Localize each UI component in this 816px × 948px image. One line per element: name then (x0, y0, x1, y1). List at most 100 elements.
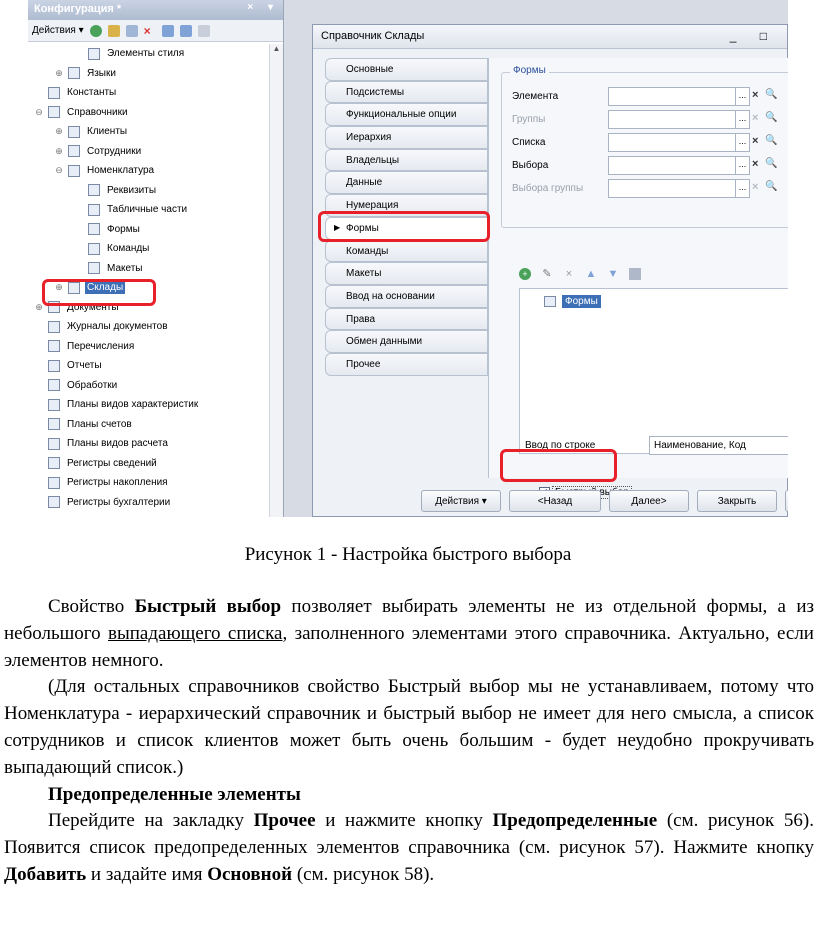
configuration-window-controls[interactable]: × ▾ (247, 2, 279, 13)
tree-expander-icon[interactable]: ⊖ (34, 107, 44, 118)
edit-icon[interactable] (107, 24, 120, 37)
tab-label: Прочее (346, 358, 381, 370)
p3-text-a: Перейдите на закладку (48, 810, 254, 832)
tab-item[interactable]: Права (325, 307, 488, 331)
tab-item[interactable]: Макеты (325, 262, 488, 285)
tab-item[interactable]: Ввод на основании (325, 284, 488, 308)
edit-form-icon[interactable]: ✎ (541, 268, 553, 280)
clear-icon[interactable]: × (752, 135, 758, 147)
move-down-form-icon[interactable]: ▼ (607, 268, 619, 280)
tree-item[interactable]: Отчеты (28, 356, 269, 376)
tab-label: Права (346, 313, 376, 325)
tree-item[interactable]: Макеты (28, 259, 269, 279)
search-icon[interactable]: 🔍 (765, 89, 777, 100)
tree-expander-icon[interactable]: ⊕ (54, 146, 64, 157)
clear-icon[interactable]: × (752, 158, 758, 170)
actions-menu-button[interactable]: Действия ▾ (32, 25, 84, 36)
tree-item[interactable]: ⊖ Справочники (28, 103, 269, 123)
search-icon[interactable]: 🔍 (765, 135, 777, 146)
tree-item[interactable]: Планы видов расчета (28, 434, 269, 454)
search-icon[interactable]: 🔍 (765, 158, 777, 169)
tree-item[interactable]: ⊕ Клиенты (28, 122, 269, 142)
tree-item[interactable]: Регистры сведений (28, 454, 269, 474)
highlight-quick-choice (500, 449, 617, 482)
input-by-string-field[interactable]: Наименование, Код (649, 436, 788, 455)
clear-icon: × (752, 112, 759, 124)
delete-icon[interactable]: × (144, 25, 156, 37)
tab-item[interactable]: Владельцы (325, 148, 488, 172)
search-icon: 🔍 (765, 112, 778, 123)
tree-expander-icon[interactable]: ⊖ (54, 165, 64, 176)
scroll-up-icon[interactable]: ▲ (270, 44, 283, 58)
form-field-row: Группы... × 🔍 (512, 110, 788, 130)
dialog-button[interactable]: Действия ▾ (421, 490, 501, 512)
tree-item[interactable]: ⊕ Сотрудники (28, 142, 269, 162)
tree-item[interactable]: Регистры бухгалтерии (28, 493, 269, 513)
form-field-label: Группы (512, 114, 546, 125)
move-down-icon[interactable] (179, 24, 192, 37)
paragraph-quick-choice: Свойство Быстрый выбор позволяет выбират… (4, 594, 814, 674)
sort-form-icon[interactable] (629, 268, 641, 280)
tree-item-icon (48, 359, 60, 372)
tree-item[interactable]: Журналы документов (28, 317, 269, 337)
forms-list-item[interactable]: Формы (544, 295, 601, 308)
tree-item[interactable]: Перечисления (28, 337, 269, 357)
tree-item[interactable]: Регистры накопления (28, 473, 269, 493)
tree-item[interactable]: Планы видов характеристик (28, 395, 269, 415)
dialog-button[interactable]: <Назад (509, 490, 601, 512)
p1-bold-quick-choice: Быстрый выбор (134, 596, 282, 617)
properties-icon[interactable] (197, 24, 210, 37)
tree-expander-icon[interactable]: ⊕ (54, 126, 64, 137)
tree-item-icon (68, 145, 80, 158)
tab-item[interactable]: Иерархия (325, 126, 488, 149)
form-field-select-button[interactable]: ... (736, 87, 750, 106)
tab-item[interactable]: Функциональные опции (325, 103, 488, 127)
form-field-select-button[interactable]: ... (736, 156, 750, 175)
tab-item[interactable]: Подсистемы (325, 80, 488, 104)
configuration-toolbar: Действия ▾ × (28, 20, 283, 42)
copy-icon[interactable] (125, 24, 138, 37)
tree-item[interactable]: Табличные части (28, 200, 269, 220)
dialog-button[interactable]: Далее> (609, 490, 689, 512)
clear-icon[interactable]: × (752, 89, 758, 101)
form-field-input[interactable] (608, 87, 736, 106)
tree-item[interactable]: ⊖ Номенклатура (28, 161, 269, 181)
tab-item[interactable]: Команды (325, 239, 488, 263)
tree-item[interactable]: Команды (28, 239, 269, 259)
tree-item[interactable]: Реквизиты (28, 181, 269, 201)
tree-item[interactable]: Константы (28, 83, 269, 103)
move-up-form-icon[interactable]: ▲ (585, 268, 597, 280)
tab-item[interactable]: Данные (325, 171, 488, 195)
move-up-icon[interactable] (161, 24, 174, 37)
tab-item[interactable]: Основные (325, 58, 488, 81)
dialog-window-controls[interactable]: _ □ (730, 29, 777, 43)
dialog-button-row: Действия ▾ <Назад Далее> Закрыть Справк (421, 490, 788, 512)
tree-scrollbar[interactable]: ▲ (269, 44, 283, 517)
forms-group: Формы Элемента... × 🔍 Группы... × 🔍 Списка... ×… (501, 65, 788, 228)
tree-item-label: Планы счетов (67, 418, 132, 430)
tree-item[interactable]: Планы счетов (28, 415, 269, 435)
tab-item[interactable]: Прочее (325, 352, 488, 376)
tree-item[interactable]: Элементы стиля (28, 44, 269, 64)
form-field-input (608, 179, 736, 198)
form-field-select-button[interactable]: ... (736, 133, 750, 152)
tree-item[interactable]: ⊕ Языки (28, 64, 269, 84)
form-field-row: Списка... × 🔍 (512, 133, 788, 153)
highlight-forms-tab (318, 211, 490, 242)
form-field-input[interactable] (608, 156, 736, 175)
dialog-button[interactable]: Закрыть (697, 490, 777, 512)
tree-item[interactable]: Обработки (28, 376, 269, 396)
add-icon[interactable] (89, 24, 102, 37)
form-field-row: Выбора группы... × 🔍 (512, 179, 788, 199)
tree-item[interactable]: Формы (28, 220, 269, 240)
tree-item-label: Планы видов характеристик (67, 399, 199, 411)
delete-form-icon[interactable]: × (563, 268, 575, 280)
form-field-input[interactable] (608, 133, 736, 152)
tree-expander-icon[interactable]: ⊕ (54, 68, 64, 79)
dialog-button[interactable]: Справк (785, 490, 788, 512)
add-form-icon[interactable]: + (519, 268, 531, 280)
tree-item-icon (48, 320, 60, 333)
forms-list-item-label: Формы (562, 295, 601, 308)
form-icon (544, 296, 556, 307)
tab-item[interactable]: Обмен данными (325, 330, 488, 353)
